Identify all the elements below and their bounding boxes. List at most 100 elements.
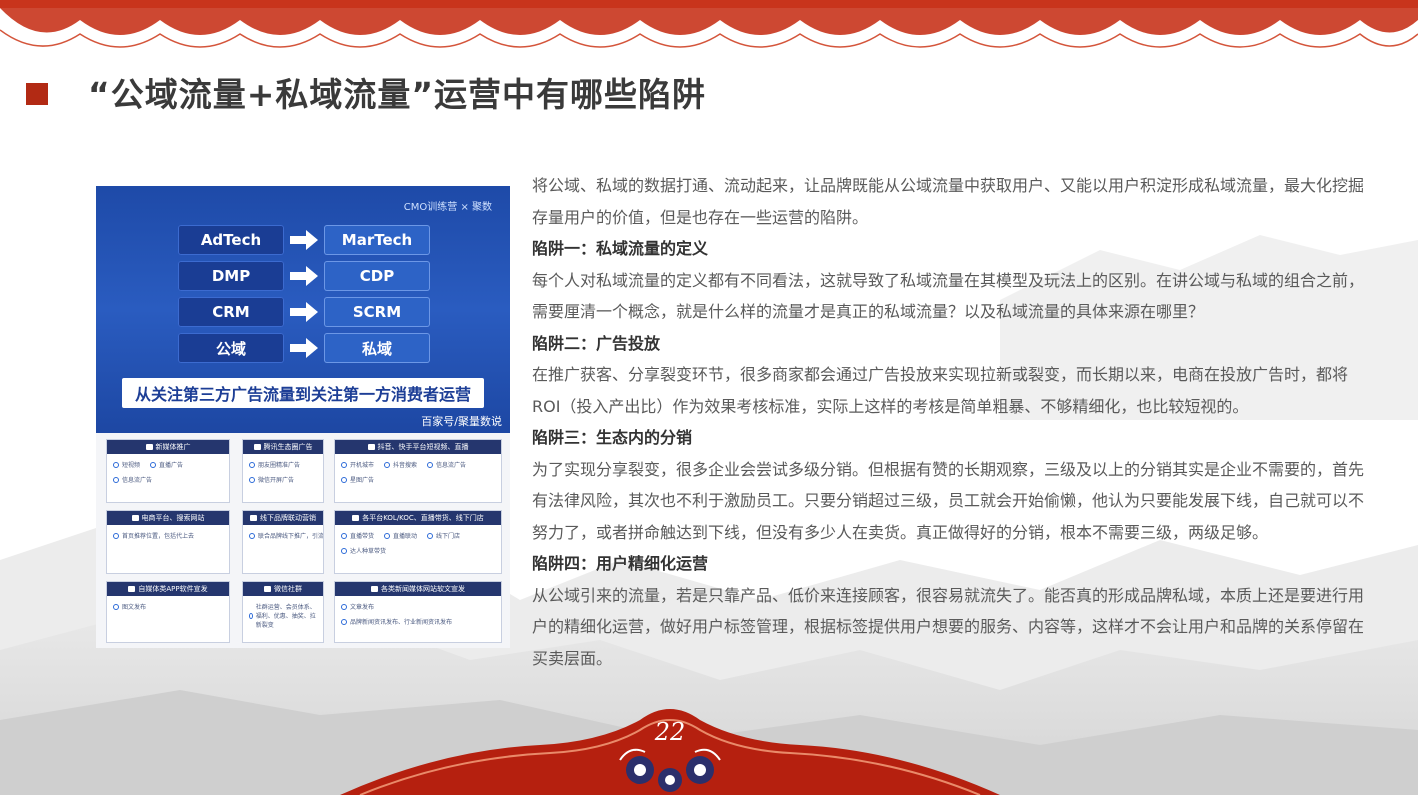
- card-item: 首页推荐位置，包括代上去: [122, 533, 195, 540]
- check-icon: [113, 476, 119, 483]
- card-item: 直播联动: [393, 533, 418, 540]
- card-title: 新媒体推广: [155, 443, 191, 451]
- arrow-right-icon: [290, 302, 318, 322]
- card-title: 腾讯生态圈广告: [263, 443, 313, 451]
- card-item: 直播广告: [159, 462, 184, 469]
- check-icon: [341, 603, 347, 610]
- check-icon: [341, 618, 347, 625]
- section-heading: 陷阱一：私域流量的定义: [532, 239, 709, 258]
- card-title: 各平台KOL/KOC、直播带货、线下门店: [362, 514, 484, 522]
- card-item: 信息流广告: [436, 462, 467, 469]
- section-heading: 陷阱三：生态内的分销: [532, 428, 693, 447]
- row-right-label: MarTech: [324, 225, 430, 255]
- channel-card: 微信社群 社群运营、会员体系、福利、优惠、抽奖、拉新裂变: [242, 581, 324, 643]
- row-right-label: CDP: [324, 261, 430, 291]
- row-left-label: DMP: [178, 261, 284, 291]
- banner-source: 百家号/聚量数说: [421, 415, 502, 428]
- check-icon: [113, 603, 119, 610]
- check-icon: [150, 461, 157, 468]
- check-icon: [249, 476, 255, 483]
- card-title: 各类新闻媒体网站软文宣发: [381, 585, 465, 593]
- illustration-figure: CMO训练营 × 聚数 AdTech MarTech DMP CDP CRM S…: [96, 186, 510, 648]
- banner-row: CRM SCRM: [178, 297, 430, 327]
- title-bullet-square: [26, 83, 48, 105]
- check-icon: [249, 461, 255, 468]
- card-item: 联合品牌线下推广，引流活动: [258, 533, 324, 540]
- arrow-right-icon: [290, 230, 318, 250]
- intro-paragraph: 将公域、私域的数据打通、流动起来，让品牌既能从公域流量中获取用户、又能以用户积淀…: [532, 176, 1365, 227]
- check-icon: [341, 476, 347, 483]
- arrow-right-icon: [290, 266, 318, 286]
- row-right-label: 私域: [324, 333, 430, 363]
- card-title: 线下品牌联动营销: [260, 514, 316, 522]
- channel-card: 各平台KOL/KOC、直播带货、线下门店 直播带货 直播联动 线下门店 达人种草…: [334, 510, 502, 574]
- arrow-right-icon: [290, 338, 318, 358]
- section-body: 每个人对私域流量的定义都有不同看法，这就导致了私域流量在其模型及玩法上的区别。在…: [532, 270, 1365, 322]
- channel-card-grid: 新媒体推广 短视频 直播广告 信息流广告 腾讯生态圈广告 朋友圈精准广告 微信开…: [96, 433, 510, 648]
- channel-card: 电商平台、搜索网站 首页推荐位置，包括代上去: [106, 510, 230, 574]
- page-number: 22: [654, 718, 686, 746]
- row-left-label: CRM: [178, 297, 284, 327]
- article-content: 将公域、私域的数据打通、流动起来，让品牌既能从公域流量中获取用户、又能以用户积淀…: [532, 170, 1372, 674]
- channel-card: 抖音、快手平台短视频、直播 开机城市 抖音搜索 信息流广告 星图广告: [334, 439, 502, 503]
- card-item: 短视频: [122, 462, 141, 469]
- channel-card: 自媒体类APP软件宣发 图文发布: [106, 581, 230, 643]
- check-icon: [341, 461, 347, 468]
- section-heading: 陷阱二：广告投放: [532, 333, 661, 353]
- card-item: 品牌新闻资讯发布、行业新闻资讯发布: [350, 619, 453, 626]
- banner-logo: CMO训练营 × 聚数: [403, 202, 492, 213]
- banner-row: DMP CDP: [178, 261, 430, 291]
- card-header-icon: [264, 586, 271, 592]
- card-item: 抖音搜索: [393, 462, 418, 469]
- check-icon: [427, 461, 434, 468]
- card-item: 直播带货: [350, 533, 375, 540]
- section-body: 在推广获客、分享裂变环节，很多商家都会通过广告投放来实现拉新或裂变，而长期以来，…: [532, 365, 1349, 416]
- banner-slogan: 从关注第三方广告流量到关注第一方消费者运营: [122, 378, 484, 408]
- card-header-icon: [352, 515, 360, 521]
- card-header-icon: [128, 586, 136, 592]
- card-header-icon: [253, 444, 261, 450]
- card-title: 微信社群: [274, 585, 302, 593]
- channel-card: 腾讯生态圈广告 朋友圈精准广告 微信开屏广告: [242, 439, 324, 503]
- section-body: 从公域引来的流量，若是只靠产品、低价来连接顾客，很容易就流失了。能否真的形成品牌…: [532, 585, 1365, 668]
- check-icon: [341, 532, 347, 539]
- check-icon: [341, 547, 347, 554]
- card-title: 电商平台、搜索网站: [141, 514, 205, 522]
- card-item: 微信开屏广告: [258, 477, 295, 484]
- banner-row: AdTech MarTech: [178, 225, 430, 255]
- card-title: 自媒体类APP软件宣发: [138, 585, 208, 593]
- check-icon: [384, 532, 391, 539]
- card-title: 抖音、快手平台短视频、直播: [377, 443, 469, 451]
- card-header-icon: [131, 515, 139, 521]
- row-left-label: AdTech: [178, 225, 284, 255]
- card-item: 线下门店: [436, 533, 461, 540]
- section-body: 为了实现分享裂变，很多企业会尝试多级分销。但根据有赞的长期观察，三级及以上的分销…: [532, 459, 1365, 542]
- check-icon: [249, 532, 255, 539]
- card-item: 开机城市: [350, 462, 375, 469]
- check-icon: [384, 461, 391, 468]
- row-right-label: SCRM: [324, 297, 430, 327]
- channel-card: 线下品牌联动营销 联合品牌线下推广，引流活动: [242, 510, 324, 574]
- row-left-label: 公域: [178, 333, 284, 363]
- card-item: 星图广告: [350, 477, 375, 484]
- card-item: 信息流广告: [122, 477, 153, 484]
- card-item: 社群运营、会员体系、福利、优惠、抽奖、拉新裂变: [255, 604, 316, 629]
- card-item: 达人种草带货: [350, 548, 387, 555]
- card-header-icon: [371, 586, 378, 592]
- check-icon: [113, 532, 119, 539]
- channel-card: 新媒体推广 短视频 直播广告 信息流广告: [106, 439, 230, 503]
- card-item: 朋友圈精准广告: [258, 462, 301, 469]
- tech-banner: CMO训练营 × 聚数 AdTech MarTech DMP CDP CRM S…: [96, 186, 510, 433]
- check-icon: [427, 532, 434, 539]
- channel-card: 各类新闻媒体网站软文宣发 文章发布 品牌新闻资讯发布、行业新闻资讯发布: [334, 581, 502, 643]
- card-header-icon: [145, 444, 153, 450]
- page-title: “公域流量+私域流量”运营中有哪些陷阱: [88, 75, 707, 114]
- card-header-icon: [250, 515, 257, 521]
- check-icon: [249, 612, 253, 619]
- check-icon: [113, 461, 119, 468]
- top-ornament-border: [0, 0, 1418, 48]
- banner-row: 公域 私域: [178, 333, 430, 363]
- section-heading: 陷阱四：用户精细化运营: [532, 554, 709, 573]
- card-item: 图文发布: [122, 604, 147, 611]
- card-item: 文章发布: [350, 604, 375, 611]
